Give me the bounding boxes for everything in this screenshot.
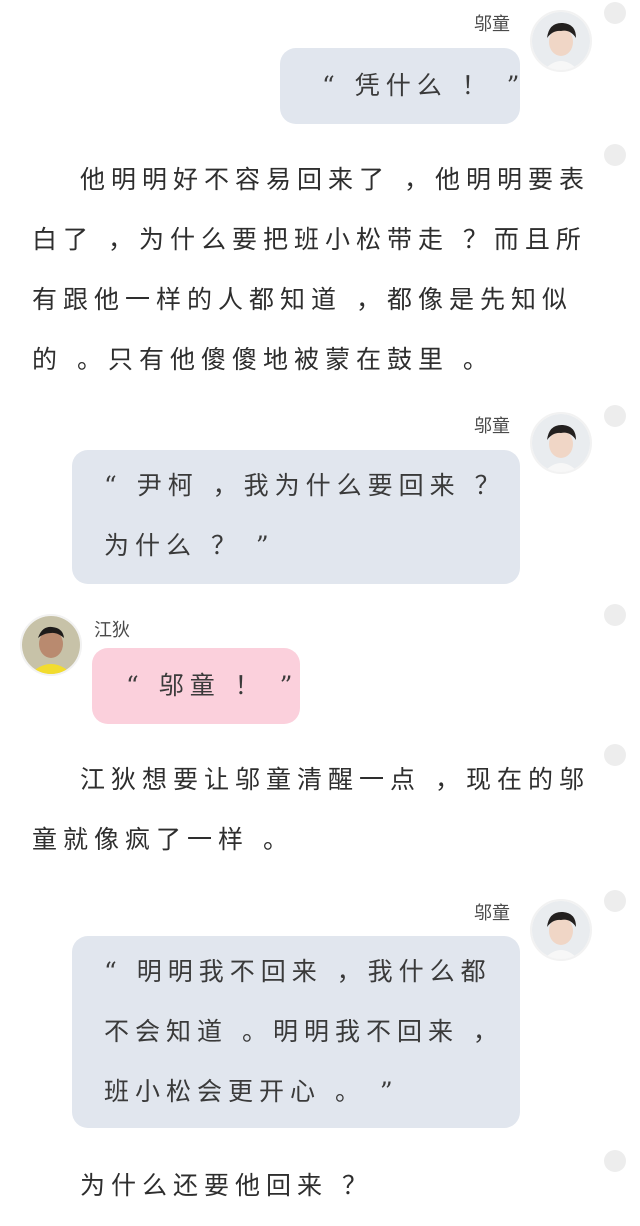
narration-paragraph: 为什么还要他回来 ？ bbox=[32, 1156, 373, 1216]
message-line: 不会知道 。明明我不回来 ， bbox=[104, 1017, 504, 1046]
narration-line: 有跟他一样的人都知道 ，都像是先知似 bbox=[32, 285, 573, 314]
speaker-name: 邬童 bbox=[474, 14, 510, 35]
narration-paragraph: 江狄想要让邬童清醒一点 ，现在的邬 童就像疯了一样 。 bbox=[32, 750, 590, 870]
message-bubble: “ 邬童 ！ ” bbox=[92, 648, 300, 724]
narration-line: 为什么还要他回来 ？ bbox=[80, 1171, 373, 1200]
message-line: 为什么 ？ ” bbox=[104, 531, 275, 560]
message-line: “ 邬童 ！ ” bbox=[126, 671, 299, 700]
narration-line: 他明明好不容易回来了 ，他明明要表 bbox=[80, 165, 590, 194]
narration-line: 童就像疯了一样 。 bbox=[32, 825, 294, 854]
message-bubble: “ 尹柯 ，我为什么要回来 ？ 为什么 ？ ” bbox=[72, 450, 520, 584]
message-bubble: “ 明明我不回来 ，我什么都 不会知道 。明明我不回来 ， 班小松会更开心 。 … bbox=[72, 936, 520, 1128]
side-dot[interactable] bbox=[604, 744, 626, 766]
side-dot[interactable] bbox=[604, 144, 626, 166]
side-dot[interactable] bbox=[604, 2, 626, 24]
narration-line: 白了 ，为什么要把班小松带走 ？而且所 bbox=[32, 225, 587, 254]
avatar-wu-tong-image bbox=[532, 12, 590, 70]
avatar-wu-tong[interactable] bbox=[530, 412, 592, 474]
avatar-wu-tong[interactable] bbox=[530, 10, 592, 72]
message-line: “ 凭什么 ！ ” bbox=[322, 71, 526, 100]
avatar-jiang-di[interactable] bbox=[20, 614, 82, 676]
message-line: 班小松会更开心 。 ” bbox=[104, 1077, 399, 1106]
avatar-jiang-di-image bbox=[22, 616, 80, 674]
side-dot[interactable] bbox=[604, 1150, 626, 1172]
avatar-wu-tong[interactable] bbox=[530, 899, 592, 961]
side-dot[interactable] bbox=[604, 890, 626, 912]
speaker-name: 邬童 bbox=[474, 416, 510, 437]
narration-paragraph: 他明明好不容易回来了 ，他明明要表 白了 ，为什么要把班小松带走 ？而且所 有跟… bbox=[32, 150, 590, 390]
speaker-name: 江狄 bbox=[94, 620, 130, 641]
speaker-name: 邬童 bbox=[474, 903, 510, 924]
narration-line: 江狄想要让邬童清醒一点 ，现在的邬 bbox=[80, 765, 590, 794]
message-line: “ 尹柯 ，我为什么要回来 ？ bbox=[104, 471, 506, 500]
narration-line: 的 。只有他傻傻地被蒙在鼓里 。 bbox=[32, 345, 494, 374]
side-dot[interactable] bbox=[604, 405, 626, 427]
chat-story-page: { "speakers": { "wu_tong": "邬童", "jiang_… bbox=[0, 0, 640, 1226]
side-dot[interactable] bbox=[604, 604, 626, 626]
message-bubble: “ 凭什么 ！ ” bbox=[280, 48, 520, 124]
avatar-wu-tong-image bbox=[532, 901, 590, 959]
message-line: “ 明明我不回来 ，我什么都 bbox=[104, 957, 492, 986]
avatar-wu-tong-image bbox=[532, 414, 590, 472]
